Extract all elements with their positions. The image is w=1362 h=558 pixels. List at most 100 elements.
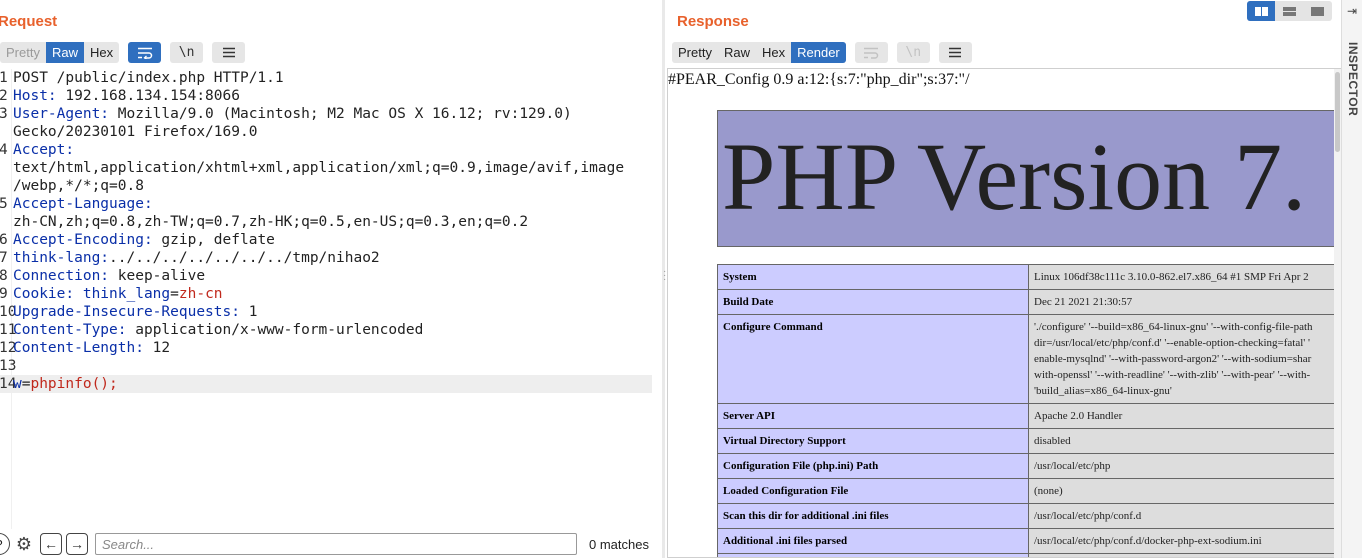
pear-config-text: #PEAR_Config 0.9 a:12:{s:7:"php_dir";s:3… [668, 71, 970, 88]
response-menu-button[interactable] [938, 42, 972, 63]
search-input[interactable] [95, 533, 577, 555]
token: 192.168.134.154:8066 [56, 88, 240, 104]
editor-line[interactable]: 8 Connection: keep-alive [0, 267, 652, 285]
editor-line[interactable]: 9 Cookie: think_lang=zh-cn [0, 285, 652, 303]
line-code: Content-Length: 12 [13, 339, 170, 357]
line-code: Accept: [13, 141, 74, 159]
response-scrollbar-thumb[interactable] [1335, 72, 1340, 152]
token: keep-alive [109, 268, 206, 284]
line-number: 6 [0, 232, 8, 248]
header-name: User-Agent: [13, 106, 110, 122]
response-tab-hex[interactable]: Hex [756, 42, 791, 63]
info-key: Additional .ini files parsed [717, 528, 1029, 554]
editor-line[interactable]: 12 Content-Length: 12 [0, 339, 652, 357]
request-tab-pretty[interactable]: Pretty [0, 42, 46, 63]
wrap-lines-button[interactable] [128, 42, 162, 63]
layout-split-horizontal-button[interactable] [1247, 1, 1276, 21]
editor-line[interactable]: 3 User-Agent: Mozilla/9.0 (Macintosh; M2 … [0, 105, 652, 123]
response-tab-raw[interactable]: Raw [718, 42, 756, 63]
table-row: Build Date Dec 21 2021 21:30:57 [717, 289, 1337, 315]
layout-single-pane-button[interactable] [1304, 1, 1332, 21]
search-next-button[interactable]: → [66, 533, 88, 555]
editor-line[interactable]: 1 POST /public/index.php HTTP/1.1 [0, 69, 652, 87]
editor-line[interactable]: 5 Accept-Language: [0, 195, 652, 213]
inspector-label[interactable]: INSPECTOR [1346, 42, 1360, 116]
search-match-count: 0 matches [589, 537, 649, 552]
editor-line[interactable]: 13 [0, 357, 652, 375]
table-row: Server API Apache 2.0 Handler [717, 403, 1337, 429]
wrap-lines-icon [137, 47, 152, 59]
editor-line[interactable]: 4 Accept: [0, 141, 652, 159]
info-key: Server API [717, 403, 1029, 429]
line-code: text/html,application/xhtml+xml,applicat… [13, 159, 624, 177]
line-number: 4 [0, 142, 8, 158]
editor-line[interactable]: 10 Upgrade-Insecure-Requests: 1 [0, 303, 652, 321]
single-pane-icon [1311, 6, 1325, 16]
help-icon[interactable]: ? [0, 533, 10, 555]
line-code: Accept-Language: [13, 195, 153, 213]
request-title: Request [0, 13, 58, 30]
request-menu-button[interactable] [212, 42, 246, 63]
split-horizontal-icon [1254, 6, 1268, 16]
inspector-toggle-icon[interactable]: ⇥ [1347, 4, 1357, 18]
token: phpinfo(); [30, 376, 118, 392]
line-code: Upgrade-Insecure-Requests: 1 [13, 303, 257, 321]
info-value: /usr/local/etc/php/conf.d/docker-php-ext… [1028, 528, 1337, 554]
response-tab-pretty[interactable]: Pretty [672, 42, 718, 63]
search-prev-button[interactable]: ← [40, 533, 62, 555]
search-bar: ? ⚙ ← → 0 matches [0, 531, 662, 558]
info-value: /usr/local/etc/php/conf.d [1028, 503, 1337, 529]
header-name: think-lang: [13, 250, 110, 266]
response-render-view[interactable]: #PEAR_Config 0.9 a:12:{s:7:"php_dir";s:3… [667, 68, 1341, 558]
response-toolbar: Pretty Raw Hex Render \n [672, 42, 972, 63]
info-value: /usr/local/etc/php [1028, 453, 1337, 479]
request-editor[interactable]: 1 POST /public/index.php HTTP/1.1 2 Host: 1… [0, 69, 652, 529]
split-vertical-icon [1282, 6, 1296, 16]
editor-line[interactable]: 14 w=phpinfo(); [0, 375, 652, 393]
header-name: Connection: [13, 268, 110, 284]
header-name: Cookie: [13, 286, 75, 302]
token: zh-CN,zh;q=0.8,zh-TW;q=0.7,zh-HK;q=0.5,e… [13, 214, 529, 230]
header-name: Content-Length: [13, 340, 144, 356]
editor-line[interactable]: zh-CN,zh;q=0.8,zh-TW;q=0.7,zh-HK;q=0.5,e… [0, 213, 652, 231]
request-tab-raw[interactable]: Raw [45, 42, 84, 63]
editor-line[interactable]: 7 think-lang:../../../../../../../tmp/nih… [0, 249, 652, 267]
editor-line[interactable]: 6 Accept-Encoding: gzip, deflate [0, 231, 652, 249]
show-newlines-button[interactable]: \n [170, 42, 204, 63]
line-code: /webp,*/*;q=0.8 [13, 177, 144, 195]
info-key: Loaded Configuration File [717, 478, 1029, 504]
info-value: 20190902 [1028, 553, 1337, 557]
divider-grip-icon[interactable]: · · · [663, 267, 666, 286]
response-show-newlines-button[interactable]: \n [896, 42, 930, 63]
layout-split-vertical-button[interactable] [1275, 1, 1303, 21]
layout-toggle [1247, 1, 1332, 21]
line-number: 9 [0, 286, 8, 302]
line-code: think-lang:../../../../../../../tmp/niha… [13, 249, 380, 267]
response-wrap-lines-button[interactable] [854, 42, 888, 63]
phpinfo-table: System Linux 106df38c111c 3.10.0-862.el7.… [717, 264, 1337, 557]
line-number: 12 [0, 340, 17, 356]
line-number: 13 [0, 358, 17, 374]
info-value: (none) [1028, 478, 1337, 504]
token: application/x-www-form-urlencoded [126, 322, 424, 338]
editor-line[interactable]: /webp,*/*;q=0.8 [0, 177, 652, 195]
editor-line[interactable]: 11 Content-Type: application/x-www-form-u… [0, 321, 652, 339]
editor-line[interactable]: Gecko/20230101 Firefox/169.0 [0, 123, 652, 141]
info-value: Dec 21 2021 21:30:57 [1028, 289, 1337, 315]
request-toolbar: Pretty Raw Hex \n [0, 42, 246, 63]
token: /webp,*/*;q=0.8 [13, 178, 144, 194]
token: POST /public/index.php HTTP/1.1 [13, 70, 284, 86]
editor-line[interactable]: 2 Host: 192.168.134.154:8066 [0, 87, 652, 105]
request-tab-hex[interactable]: Hex [84, 42, 119, 63]
header-name: Accept-Language: [13, 196, 153, 212]
editor-line[interactable]: text/html,application/xhtml+xml,applicat… [0, 159, 652, 177]
menu-icon [949, 47, 962, 58]
table-row: System Linux 106df38c111c 3.10.0-862.el7.… [717, 264, 1337, 290]
header-name: Accept-Encoding: [13, 232, 153, 248]
header-name: Accept: [13, 142, 75, 158]
gear-icon[interactable]: ⚙ [13, 533, 35, 555]
line-number: 11 [0, 322, 17, 338]
response-tab-render[interactable]: Render [791, 42, 846, 63]
info-key: Build Date [717, 289, 1029, 315]
